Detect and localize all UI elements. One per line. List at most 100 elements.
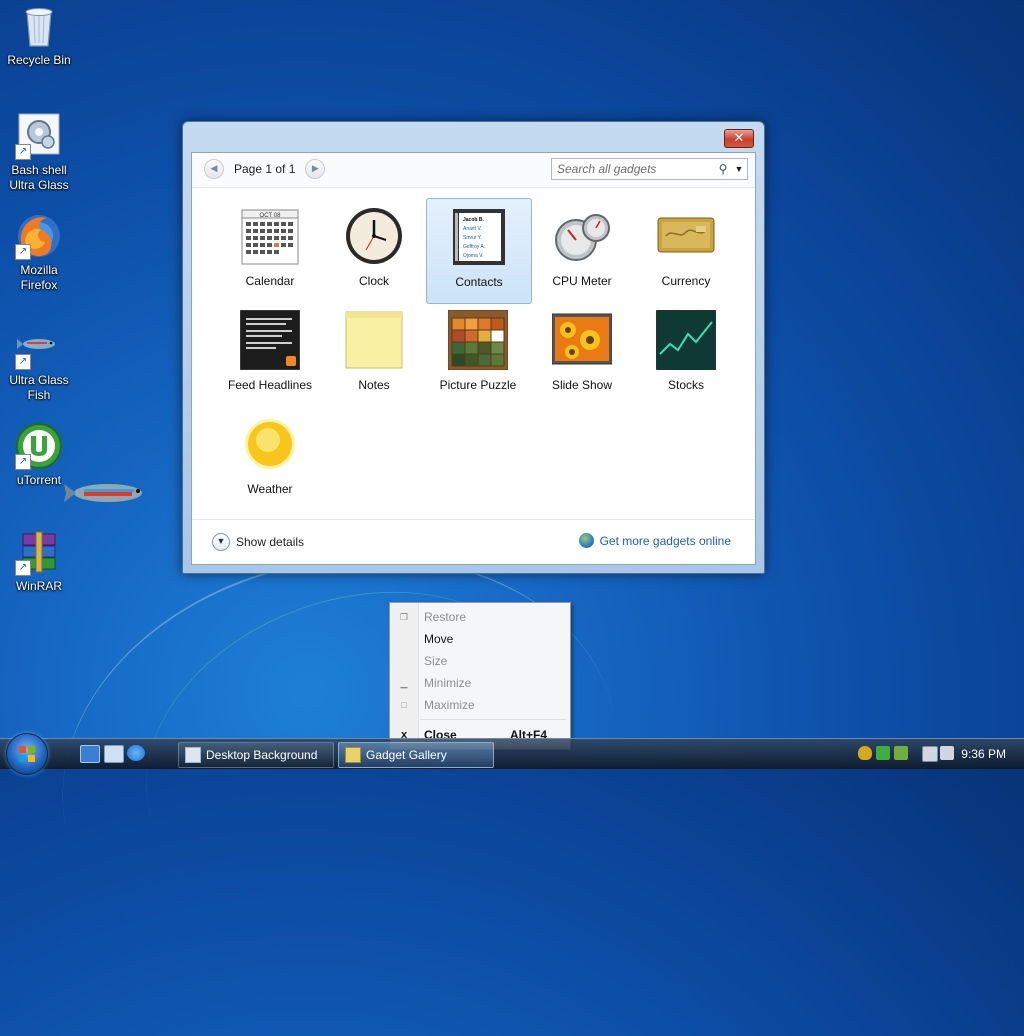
desktop-icon-label: WinRAR bbox=[15, 579, 62, 593]
gadget-cpu-meter[interactable]: CPU Meter bbox=[530, 198, 634, 302]
taskbar-button-gadget-gallery[interactable]: Gadget Gallery bbox=[338, 742, 494, 768]
desktop-icon-label-line2: Firefox bbox=[20, 278, 58, 292]
previous-page-button[interactable]: ◀ bbox=[204, 159, 224, 179]
gadget-label: Contacts bbox=[455, 275, 503, 289]
gadget-gallery-icon bbox=[345, 747, 361, 763]
desktop-icon-label: Ultra Glass bbox=[9, 373, 69, 387]
stocks-icon bbox=[655, 309, 717, 371]
menu-item-label: Move bbox=[424, 632, 454, 646]
desktop-icon-label: Bash shell bbox=[11, 163, 67, 177]
system-context-menu: ❐ Restore Move Size ▁ Minimize □ Maximiz… bbox=[389, 602, 571, 750]
menu-item-minimize[interactable]: ▁ Minimize bbox=[390, 672, 570, 694]
gadget-gallery-window[interactable]: ✕ ◀ Page 1 of 1 ▶ Search all gadgets ⚲ ▼ bbox=[182, 121, 765, 574]
desktop-icon-bash-shell[interactable]: ↗ Bash shell Ultra Glass bbox=[4, 112, 74, 193]
contact-name: Geffroy A. bbox=[463, 244, 485, 250]
gadget-label: Notes bbox=[358, 378, 390, 392]
tray-app-icon[interactable] bbox=[894, 746, 908, 760]
desktop-icon-label: Mozilla bbox=[20, 263, 58, 277]
next-page-button[interactable]: ▶ bbox=[305, 159, 326, 179]
globe-icon bbox=[578, 533, 594, 548]
calendar-icon: OCT 08 bbox=[240, 206, 300, 266]
security-shield-icon[interactable] bbox=[858, 746, 872, 760]
switch-windows-icon[interactable] bbox=[104, 745, 124, 763]
gadget-label: Feed Headlines bbox=[227, 378, 313, 392]
search-input[interactable]: Search all gadgets bbox=[552, 162, 715, 176]
gadget-currency[interactable]: Currency bbox=[634, 198, 738, 302]
shortcut-arrow-icon: ↗ bbox=[15, 244, 31, 260]
calendar-month: OCT 08 bbox=[260, 213, 282, 219]
search-box[interactable]: Search all gadgets ⚲ ▼ bbox=[551, 158, 748, 180]
taskbar-button-desktop-background[interactable]: Desktop Background bbox=[178, 742, 334, 768]
taskbar-button-label: Gadget Gallery bbox=[366, 748, 447, 762]
shortcut-arrow-icon: ↗ bbox=[15, 454, 31, 470]
gadget-contacts[interactable]: Jacob B. Anant V. Smrut Y. Geffroy A. Oj… bbox=[426, 198, 532, 304]
contact-name: Anant V. bbox=[463, 226, 482, 232]
window-close-button[interactable]: ✕ bbox=[724, 129, 754, 148]
internet-explorer-icon[interactable] bbox=[127, 745, 145, 761]
contact-name: Jacob B. bbox=[463, 217, 484, 223]
menu-item-restore[interactable]: ❐ Restore bbox=[390, 606, 570, 628]
show-desktop-icon[interactable] bbox=[80, 745, 100, 763]
contact-name: Smrut Y. bbox=[463, 235, 482, 241]
gadget-weather[interactable]: Weather bbox=[218, 406, 322, 510]
gadget-clock[interactable]: Clock bbox=[322, 198, 426, 302]
start-button[interactable] bbox=[6, 733, 48, 775]
gadget-calendar[interactable]: OCT 08 Calendar bbox=[218, 198, 322, 302]
gadget-label: Weather bbox=[247, 482, 293, 496]
gadget-slide-show[interactable]: Slide Show bbox=[530, 302, 634, 406]
menu-item-size[interactable]: Size bbox=[390, 650, 570, 672]
fish-icon: ↗ bbox=[15, 322, 63, 370]
gallery-toolbar: ◀ Page 1 of 1 ▶ Search all gadgets ⚲ ▼ bbox=[192, 153, 755, 188]
gadget-notes[interactable]: Notes bbox=[322, 302, 426, 406]
minimize-icon: ▁ bbox=[400, 677, 408, 688]
shortcut-arrow-icon: ↗ bbox=[15, 144, 31, 160]
gadget-label: Slide Show bbox=[551, 378, 613, 392]
menu-item-maximize[interactable]: □ Maximize bbox=[390, 694, 570, 716]
menu-item-move[interactable]: Move bbox=[390, 628, 570, 650]
show-details-toggle[interactable]: ▼ Show details bbox=[212, 533, 304, 551]
gadget-picture-puzzle[interactable]: Picture Puzzle bbox=[426, 302, 530, 406]
search-dropdown-icon[interactable]: ▼ bbox=[731, 164, 747, 174]
contact-name: Ojoma V. bbox=[463, 253, 483, 259]
pager: ◀ Page 1 of 1 ▶ bbox=[204, 159, 326, 179]
windows-logo-icon bbox=[19, 746, 35, 762]
shortcut-arrow-icon: ↗ bbox=[15, 354, 31, 370]
cpu-meter-icon bbox=[552, 206, 612, 266]
gallery-content: ◀ Page 1 of 1 ▶ Search all gadgets ⚲ ▼ O… bbox=[191, 152, 756, 565]
firefox-icon: ↗ bbox=[15, 212, 63, 260]
chevron-down-icon: ▼ bbox=[212, 533, 230, 551]
desktop-icon-label: Recycle Bin bbox=[7, 53, 71, 67]
utorrent-icon: ↗ bbox=[15, 422, 63, 470]
menu-item-label: Size bbox=[424, 654, 448, 668]
menu-item-label: Minimize bbox=[424, 676, 472, 690]
taskbar-clock[interactable]: 9:36 PM bbox=[961, 747, 1006, 761]
clock-icon bbox=[344, 206, 404, 266]
picture-puzzle-icon bbox=[447, 309, 509, 371]
shortcut-arrow-icon: ↗ bbox=[15, 560, 31, 576]
feed-headlines-icon bbox=[239, 309, 301, 371]
network-icon[interactable] bbox=[922, 746, 938, 762]
desktop-icon-label-line2: Ultra Glass bbox=[9, 178, 69, 192]
maximize-icon: □ bbox=[401, 700, 407, 710]
gadget-label: Currency bbox=[661, 274, 711, 288]
desktop-icon-ultra-glass-fish[interactable]: ↗ Ultra Glass Fish bbox=[4, 322, 74, 403]
desktop-fish-gadget[interactable] bbox=[62, 478, 150, 508]
desktop-icon-winrar[interactable]: ↗ WinRAR bbox=[4, 528, 74, 594]
taskbar: Desktop Background Gadget Gallery 9:36 P… bbox=[0, 733, 1024, 775]
winrar-icon: ↗ bbox=[15, 528, 63, 576]
gadget-label: CPU Meter bbox=[552, 274, 612, 288]
gadget-stocks[interactable]: Stocks bbox=[634, 302, 738, 406]
search-icon[interactable]: ⚲ bbox=[715, 162, 731, 176]
safely-remove-hardware-icon[interactable] bbox=[876, 746, 890, 760]
gadget-feed-headlines[interactable]: Feed Headlines bbox=[218, 302, 322, 406]
currency-icon bbox=[656, 206, 716, 266]
gadget-label: Stocks bbox=[667, 378, 704, 392]
gadget-label: Picture Puzzle bbox=[439, 378, 517, 392]
desktop-icon-firefox[interactable]: ↗ Mozilla Firefox bbox=[4, 212, 74, 293]
volume-muted-icon[interactable] bbox=[940, 746, 954, 760]
desktop-icon-recycle-bin[interactable]: Recycle Bin bbox=[4, 2, 74, 68]
desktop-icon-label-line2: Fish bbox=[27, 388, 51, 402]
restore-icon: ❐ bbox=[399, 611, 409, 622]
weather-sun-icon bbox=[240, 414, 300, 474]
get-more-gadgets-link[interactable]: Get more gadgets online bbox=[578, 533, 731, 548]
